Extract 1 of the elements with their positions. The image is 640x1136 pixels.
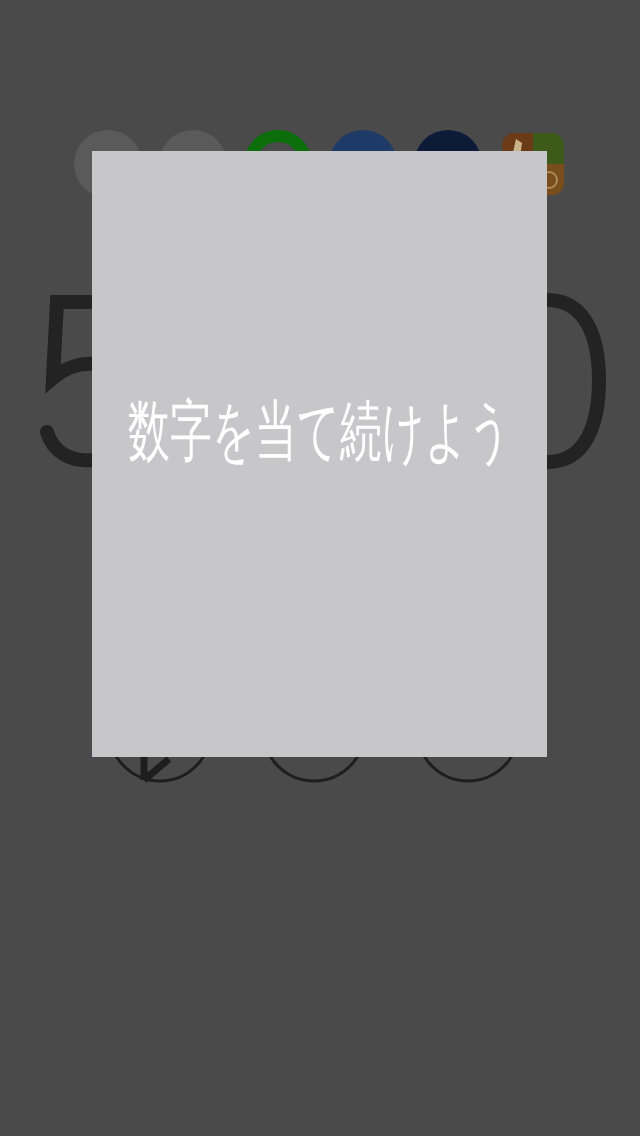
dialog-message: 数字を当て続けよう	[128, 398, 511, 466]
